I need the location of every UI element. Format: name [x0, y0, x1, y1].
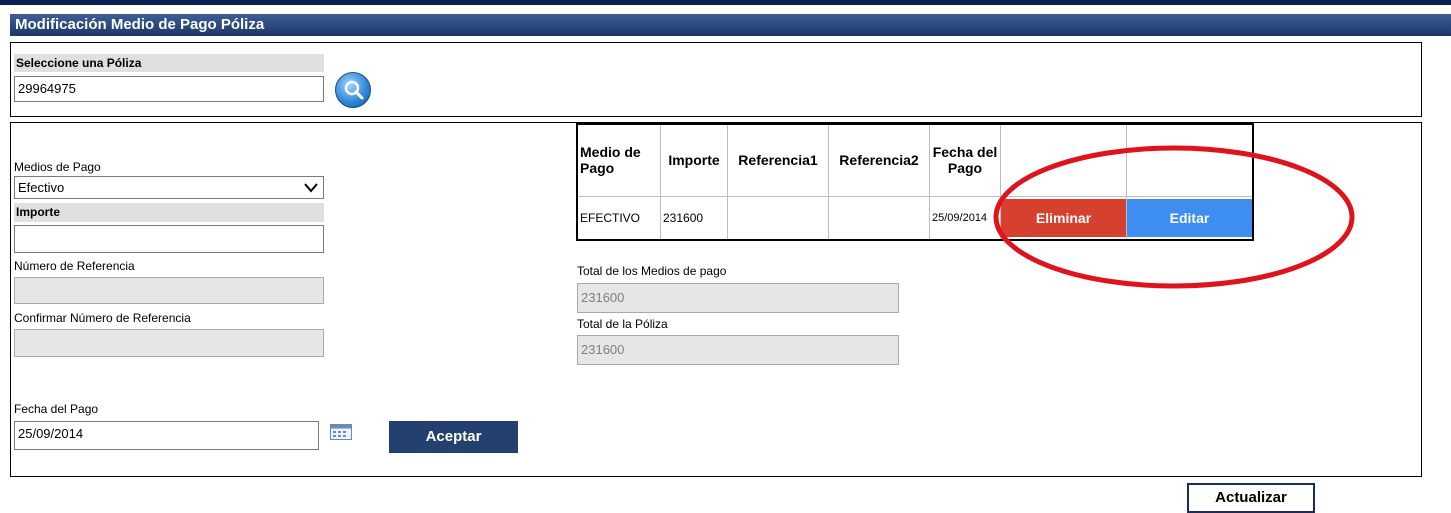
- header-importe: Importe: [660, 123, 728, 197]
- confirm-ref-input[interactable]: [14, 329, 324, 357]
- fecha-input[interactable]: 25/09/2014: [14, 421, 319, 450]
- total-poliza-input[interactable]: 231600: [577, 335, 899, 365]
- cell-importe: 231600: [660, 195, 728, 241]
- search-icon: [344, 80, 364, 100]
- total-poliza-label: Total de la Póliza: [577, 317, 668, 331]
- cell-ref1: [727, 195, 829, 241]
- total-medios-input[interactable]: 231600: [577, 283, 899, 313]
- ref-label: Número de Referencia: [14, 259, 135, 273]
- header-ref1: Referencia1: [727, 123, 829, 197]
- search-button[interactable]: [335, 72, 371, 108]
- top-border: [0, 0, 1451, 5]
- cell-medio: EFECTIVO: [576, 195, 661, 241]
- total-medios-label: Total de los Medios de pago: [577, 264, 727, 278]
- cell-ref2: [828, 195, 930, 241]
- medios-select[interactable]: Efectivo: [14, 176, 324, 199]
- confirm-ref-label: Confirmar Número de Referencia: [14, 311, 191, 325]
- header-ref2: Referencia2: [828, 123, 930, 197]
- importe-input[interactable]: [14, 225, 324, 253]
- calendar-button[interactable]: [330, 424, 352, 440]
- importe-label: Importe: [14, 203, 324, 222]
- chevron-down-icon: [304, 183, 318, 193]
- medios-label: Medios de Pago: [14, 160, 101, 174]
- annotation-ellipse: [993, 145, 1355, 289]
- fecha-label: Fecha del Pago: [14, 402, 99, 416]
- aceptar-button[interactable]: Aceptar: [389, 421, 518, 453]
- page-title: Modificación Medio de Pago Póliza: [10, 14, 1451, 36]
- ref-input[interactable]: [14, 277, 324, 304]
- medios-select-value: Efectivo: [18, 180, 65, 195]
- calendar-icon: [330, 424, 352, 440]
- poliza-label: Seleccione una Póliza: [14, 54, 324, 72]
- poliza-input[interactable]: 29964975: [14, 76, 324, 102]
- header-medio: Medio de Pago: [576, 123, 661, 197]
- actualizar-button[interactable]: Actualizar: [1187, 483, 1315, 513]
